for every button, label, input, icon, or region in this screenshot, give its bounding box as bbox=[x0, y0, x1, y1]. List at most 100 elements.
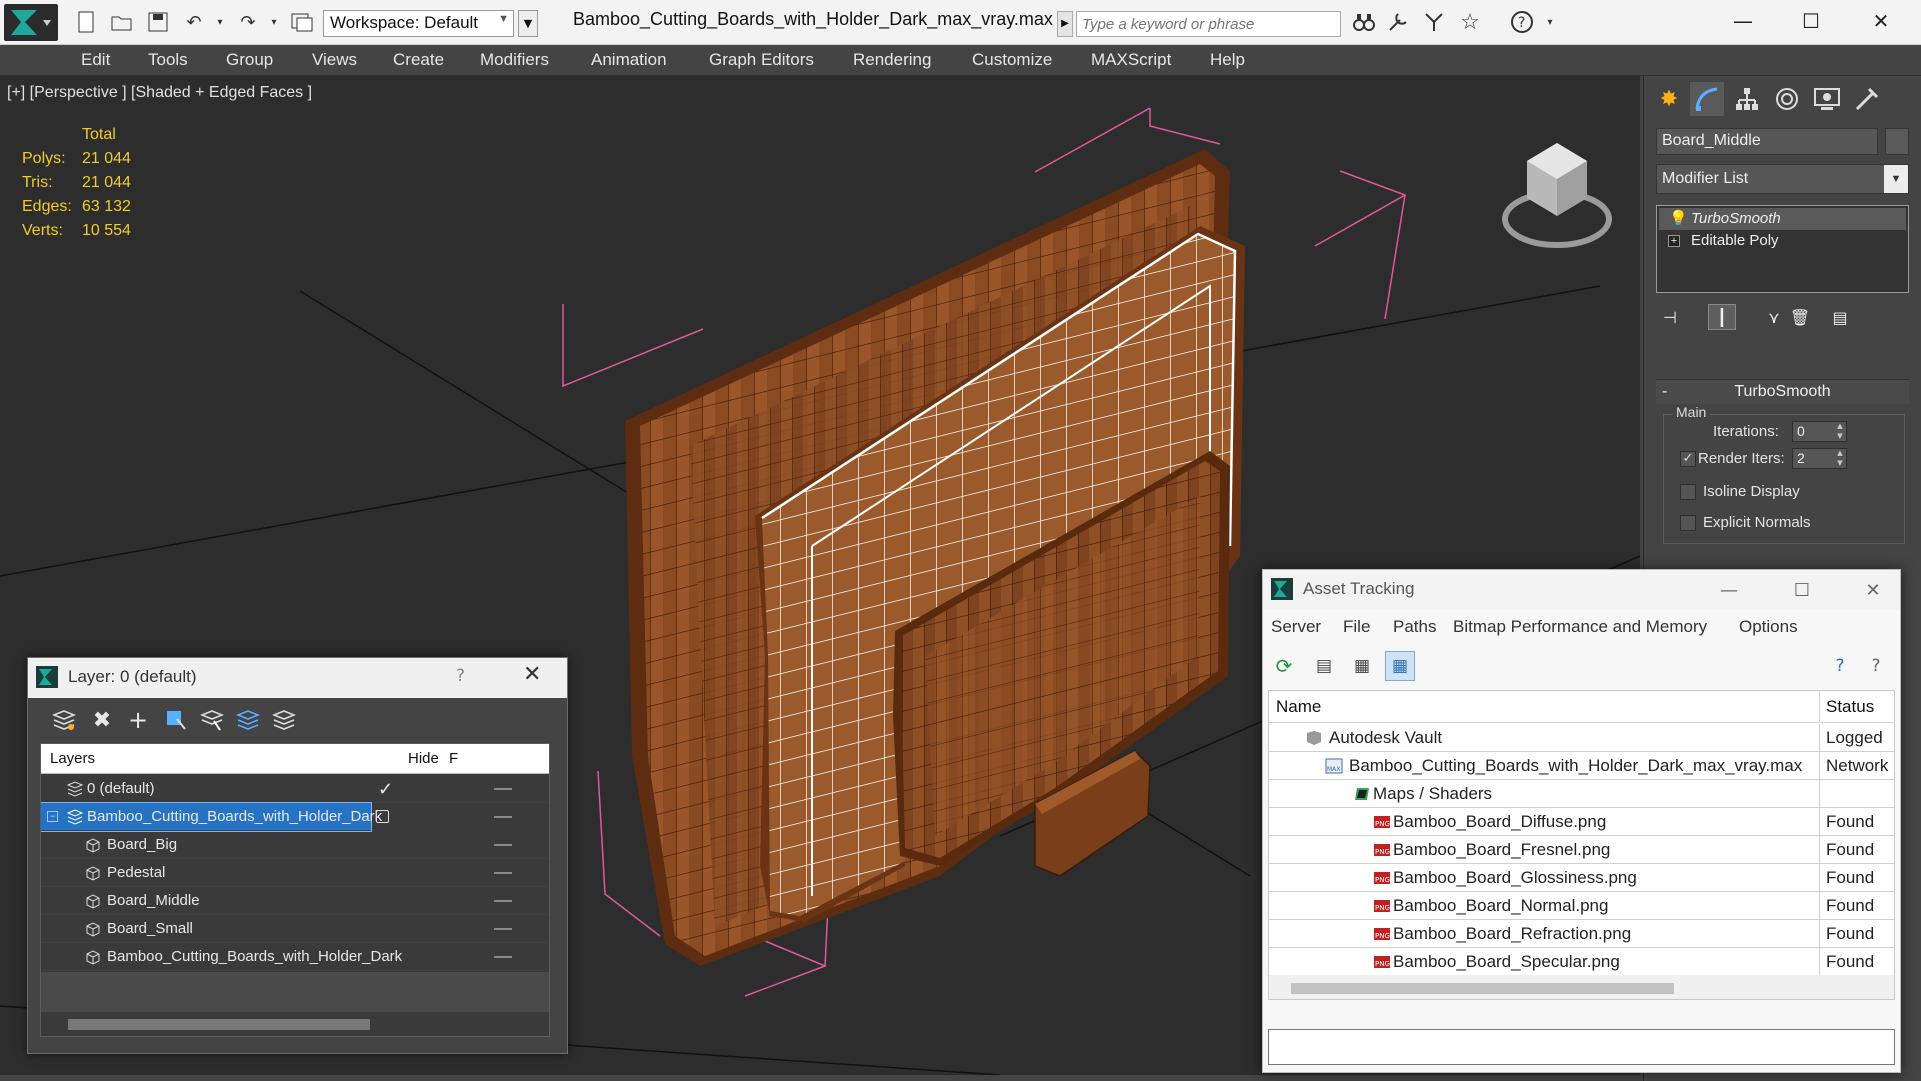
new-file-icon[interactable] bbox=[72, 8, 100, 36]
close-button[interactable]: ✕ bbox=[1848, 572, 1898, 608]
workspace-dropdown[interactable]: Workspace: Default ▼ bbox=[323, 10, 514, 37]
hide-toggle[interactable] bbox=[494, 788, 512, 790]
asset-row[interactable]: Maps / Shaders bbox=[1269, 780, 1894, 808]
object-row[interactable]: Board_Middle bbox=[41, 887, 549, 915]
layer-row[interactable]: 0 (default) ✓ bbox=[41, 775, 549, 803]
scrollbar-thumb[interactable] bbox=[68, 1019, 370, 1030]
select-objects-icon[interactable] bbox=[162, 706, 190, 734]
menu-customize[interactable]: Customize bbox=[972, 50, 1052, 70]
collapse-minus-icon[interactable]: − bbox=[47, 811, 58, 822]
help-highlight-icon[interactable]: ? bbox=[1861, 651, 1891, 681]
object-row[interactable]: Pedestal bbox=[41, 859, 549, 887]
asset-row[interactable]: MAX Bamboo_Cutting_Boards_with_Holder_Da… bbox=[1269, 752, 1894, 780]
object-name-field[interactable]: Board_Middle bbox=[1656, 128, 1878, 155]
hierarchy-tab-icon[interactable] bbox=[1730, 82, 1764, 116]
column-divider[interactable] bbox=[1819, 691, 1820, 723]
pin-stack-icon[interactable]: ⊣ bbox=[1656, 304, 1684, 330]
hide-toggle[interactable] bbox=[494, 816, 512, 818]
render-iters-spinner-icon[interactable]: ▲ ▼ bbox=[1835, 448, 1845, 469]
menu-animation[interactable]: Animation bbox=[591, 50, 667, 70]
render-iters-checkbox[interactable]: ✓ bbox=[1680, 451, 1696, 467]
rollout-header[interactable]: - TurboSmooth bbox=[1656, 380, 1909, 404]
search-input[interactable] bbox=[1076, 11, 1341, 37]
isoline-display-checkbox[interactable] bbox=[1680, 484, 1696, 500]
hide-unhide-layers-icon[interactable] bbox=[270, 706, 298, 734]
menu-maxscript[interactable]: MAXScript bbox=[1091, 50, 1171, 70]
remove-modifier-icon[interactable]: 🗑 bbox=[1786, 304, 1814, 330]
hide-toggle[interactable] bbox=[494, 900, 512, 902]
layer-horizontal-scrollbar[interactable] bbox=[41, 1012, 549, 1036]
refresh-icon[interactable]: ⟳ bbox=[1269, 651, 1299, 681]
menu-rendering[interactable]: Rendering bbox=[853, 50, 931, 70]
layers-column-header[interactable]: Layers bbox=[50, 750, 95, 767]
undo-icon[interactable]: ↶ bbox=[180, 8, 208, 36]
menu-help[interactable]: Help bbox=[1210, 50, 1245, 70]
stack-item-editable-poly[interactable]: + Editable Poly bbox=[1659, 230, 1906, 252]
motion-tab-icon[interactable] bbox=[1770, 82, 1804, 116]
select-layer-icon[interactable] bbox=[198, 706, 226, 734]
menu-bitmap-performance[interactable]: Bitmap Performance and Memory bbox=[1453, 617, 1707, 637]
object-row[interactable]: Bamboo_Cutting_Boards_with_Holder_Dark bbox=[41, 943, 549, 971]
communication-center-icon[interactable] bbox=[1384, 8, 1412, 36]
menu-modifiers[interactable]: Modifiers bbox=[480, 50, 549, 70]
open-file-icon[interactable] bbox=[108, 8, 136, 36]
configure-modifier-sets-icon[interactable]: ▤ bbox=[1826, 304, 1854, 330]
hide-toggle[interactable] bbox=[494, 956, 512, 958]
undo-dropdown-icon[interactable]: ▾ bbox=[206, 8, 234, 36]
redo-dropdown-icon[interactable]: ▾ bbox=[260, 8, 288, 36]
hide-toggle[interactable] bbox=[494, 928, 512, 930]
minimize-button[interactable]: — bbox=[1718, 4, 1768, 38]
minimize-button[interactable]: — bbox=[1704, 572, 1754, 608]
name-column-header[interactable]: Name bbox=[1276, 697, 1321, 717]
menu-group[interactable]: Group bbox=[226, 50, 273, 70]
modify-tab-icon[interactable] bbox=[1690, 82, 1724, 116]
stack-item-turbosmooth[interactable]: 💡 TurboSmooth bbox=[1659, 208, 1906, 230]
asset-row[interactable]: PNG Bamboo_Board_Normal.png Found bbox=[1269, 892, 1894, 920]
asset-dialog-titlebar[interactable]: Asset Tracking — ☐ ✕ bbox=[1263, 570, 1900, 610]
menu-views[interactable]: Views bbox=[312, 50, 357, 70]
object-row[interactable]: Board_Big bbox=[41, 831, 549, 859]
maximize-button[interactable]: ☐ bbox=[1777, 572, 1827, 608]
current-layer-check-icon[interactable]: ✓ bbox=[378, 775, 393, 803]
hide-column-header[interactable]: Hide bbox=[408, 750, 439, 767]
menu-tools[interactable]: Tools bbox=[148, 50, 188, 70]
hide-toggle[interactable] bbox=[494, 844, 512, 846]
modifier-list-dropdown[interactable]: Modifier List ▼ bbox=[1656, 164, 1909, 194]
lightbulb-icon[interactable]: 💡 bbox=[1669, 208, 1688, 230]
search-expand-icon[interactable]: ▶ bbox=[1057, 11, 1073, 37]
asset-row[interactable]: PNG Bamboo_Board_Fresnel.png Found bbox=[1269, 836, 1894, 864]
freeze-column-header[interactable]: F bbox=[449, 750, 458, 767]
asset-row[interactable]: PNG Bamboo_Board_Glossiness.png Found bbox=[1269, 864, 1894, 892]
layer-row-selected[interactable]: − Bamboo_Cutting_Boards_with_Holder_Dark bbox=[41, 802, 382, 832]
create-tab-icon[interactable]: ✸ bbox=[1652, 82, 1686, 116]
create-layer-icon[interactable] bbox=[50, 706, 78, 734]
maximize-button[interactable]: ☐ bbox=[1786, 4, 1836, 38]
table-view-icon[interactable]: ▦ bbox=[1385, 651, 1415, 681]
help-icon[interactable]: ? bbox=[456, 666, 465, 686]
delete-layer-icon[interactable]: ✖ bbox=[88, 706, 116, 734]
help-dropdown-icon[interactable]: ▾ bbox=[1536, 8, 1564, 36]
asset-row[interactable]: PNG Bamboo_Board_Refraction.png Found bbox=[1269, 920, 1894, 948]
expand-plus-icon[interactable]: + bbox=[1668, 235, 1680, 247]
app-menu-button[interactable] bbox=[4, 4, 58, 41]
menu-edit[interactable]: Edit bbox=[81, 50, 110, 70]
utilities-tab-icon[interactable] bbox=[1850, 82, 1884, 116]
menu-create[interactable]: Create bbox=[393, 50, 444, 70]
menu-file[interactable]: File bbox=[1343, 617, 1370, 637]
iterations-spinner-icon[interactable]: ▲ ▼ bbox=[1835, 421, 1845, 442]
save-icon[interactable] bbox=[144, 8, 172, 36]
menu-server[interactable]: Server bbox=[1271, 617, 1321, 637]
workspace-more-button[interactable]: ▼ bbox=[518, 10, 538, 37]
current-layer-toggle[interactable] bbox=[376, 810, 389, 823]
menu-graph-editors[interactable]: Graph Editors bbox=[709, 50, 814, 70]
subscription-icon[interactable] bbox=[1420, 8, 1448, 36]
help-icon[interactable]: ? bbox=[1825, 651, 1855, 681]
hide-toggle[interactable] bbox=[494, 872, 512, 874]
menu-options[interactable]: Options bbox=[1739, 617, 1798, 637]
close-icon[interactable]: ✕ bbox=[523, 662, 541, 687]
thumbnail-view-icon[interactable]: ▦ bbox=[1347, 651, 1377, 681]
list-view-icon[interactable]: ▤ bbox=[1309, 651, 1339, 681]
binoculars-icon[interactable] bbox=[1350, 8, 1378, 36]
redo-icon[interactable]: ↷ bbox=[234, 8, 262, 36]
menu-paths[interactable]: Paths bbox=[1393, 617, 1436, 637]
